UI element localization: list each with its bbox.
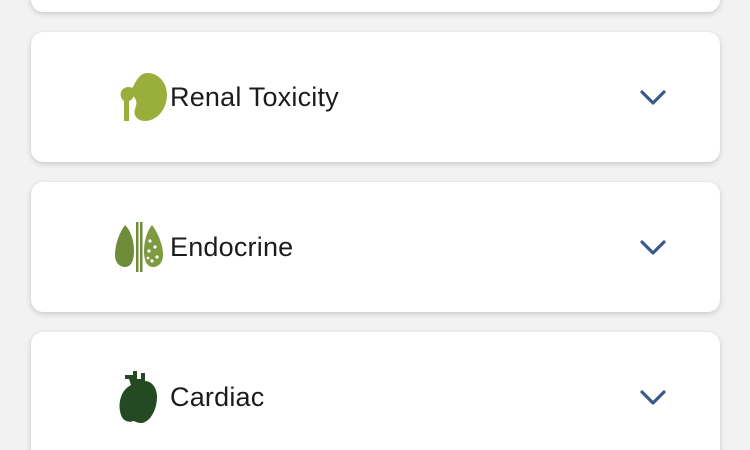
category-label: Renal Toxicity (170, 82, 339, 112)
kidney-icon (107, 67, 171, 127)
chevron-down-icon[interactable] (637, 235, 669, 259)
category-label: Cardiac (170, 382, 265, 412)
category-label: Endocrine (170, 232, 294, 262)
category-card-endocrine[interactable]: Endocrine (31, 182, 720, 312)
previous-category-card[interactable] (31, 0, 720, 12)
chevron-down-icon[interactable] (637, 85, 669, 109)
toxicity-category-list: Renal Toxicity Endocrine Cardiac (0, 0, 750, 450)
heart-icon (107, 367, 171, 427)
thyroid-icon (107, 217, 171, 277)
chevron-down-icon[interactable] (637, 385, 669, 409)
category-card-renal-toxicity[interactable]: Renal Toxicity (31, 32, 720, 162)
category-card-cardiac[interactable]: Cardiac (31, 332, 720, 450)
